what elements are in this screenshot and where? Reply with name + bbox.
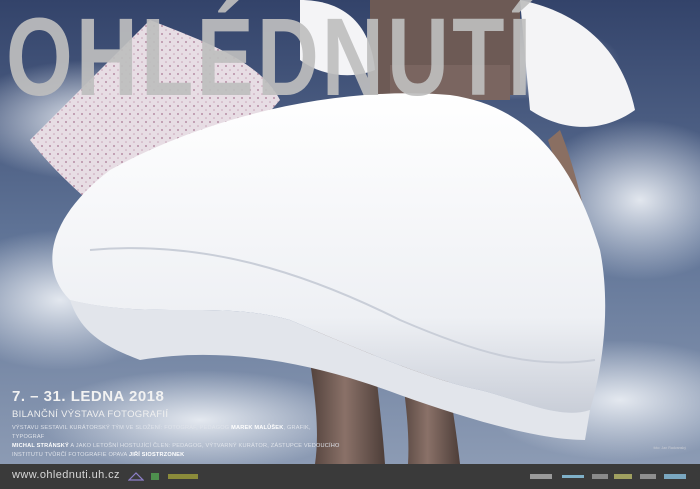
sponsor-logo-4 (530, 474, 552, 479)
sponsor-logo-7 (614, 474, 632, 479)
credits-name: MICHAL STRÁNSKÝ (12, 443, 69, 449)
credits-name: JIŘÍ SIOSTRZONEK (128, 452, 185, 458)
sponsor-logo-2 (151, 473, 159, 480)
website-link[interactable]: www.ohlednuti.uh.cz (12, 469, 120, 481)
sponsor-logo-8 (640, 474, 656, 479)
footer-bar: www.ohlednuti.uh.cz (0, 464, 700, 489)
sponsor-logo-6 (592, 474, 608, 479)
poster-title: OHLÉDNUTÍ 2017 (6, 0, 544, 118)
exhibition-dates: 7. – 31. LEDNA 2018 (12, 388, 165, 405)
curator-credits: VÝSTAVU SESTAVIL KURÁTORSKÝ TÝM VE SLOŽE… (12, 424, 342, 460)
exhibition-info: 7. – 31. LEDNA 2018 BILANČNÍ VÝSTAVA FOT… (12, 388, 342, 460)
sponsor-logo-1 (128, 472, 144, 481)
credits-text: INSTITUTU TVŮRČÍ FOTOGRAFIE OPAVA (12, 452, 129, 458)
credits-text: A JAKO LETOŠNÍ HOSTUJÍCÍ ČLEN: PEDAGOG, … (68, 443, 340, 449)
sponsor-logo-3 (168, 474, 198, 479)
credits-text: VÝSTAVU SESTAVIL KURÁTORSKÝ TÝM VE SLOŽE… (12, 425, 232, 431)
sponsor-logo-5 (562, 475, 584, 478)
credits-name: MAREK MALŮŠEK (231, 425, 284, 431)
photo-credit: foto: Jan Radvanský (653, 446, 686, 450)
sponsor-logo-9 (664, 474, 686, 479)
exhibition-subtitle: BILANČNÍ VÝSTAVA FOTOGRAFIÍ (12, 409, 169, 420)
poster: OHLÉDNUTÍ 2017 7. – 31. LEDNA 2018 BILAN… (0, 0, 700, 489)
